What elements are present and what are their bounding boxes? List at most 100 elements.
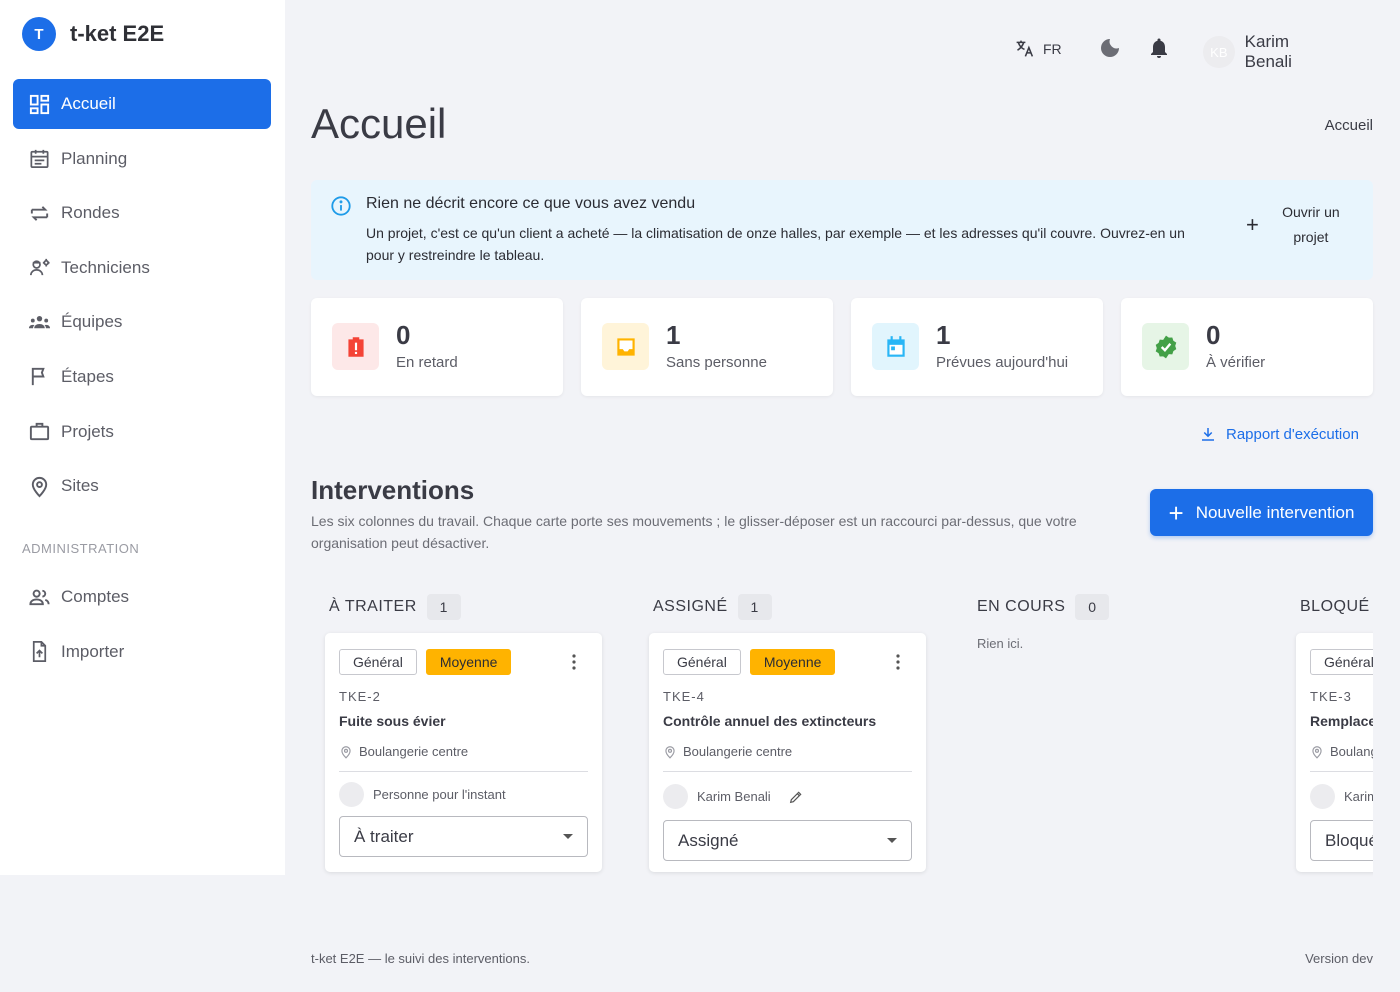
card-assignee: Karim Benali: [663, 784, 804, 809]
location-pin-icon: [1312, 745, 1322, 759]
brand[interactable]: T t-ket E2E: [22, 17, 164, 51]
sidebar-item-equipes[interactable]: Équipes: [13, 297, 271, 347]
site-name: Boulangerie centre: [359, 744, 469, 759]
new-intervention-button[interactable]: + Nouvelle intervention: [1150, 489, 1373, 536]
status-select[interactable]: À traiter: [339, 816, 588, 857]
stat-card-to-verify[interactable]: 0 À vérifier: [1121, 298, 1373, 396]
sidebar-item-projets[interactable]: Projets: [13, 407, 271, 457]
notifications-icon[interactable]: [1147, 36, 1171, 60]
stats-row: 0 En retard 1 Sans personne 1 Prévues au…: [311, 298, 1373, 396]
category-chip: Général: [1310, 649, 1373, 675]
avatar: KB: [1203, 36, 1235, 68]
card-id: TKE-2: [339, 689, 381, 704]
sidebar-item-importer[interactable]: Importer: [13, 627, 271, 677]
calendar-icon: [30, 149, 49, 169]
sidebar-item-label: Équipes: [61, 312, 123, 332]
footer-version: Version dev: [1305, 951, 1373, 966]
divider: [1310, 771, 1373, 772]
column-header: BLOQUÉ: [1282, 590, 1373, 624]
assignee-name: Karim: [1344, 789, 1373, 804]
priority-chip: Moyenne: [749, 649, 836, 675]
info-icon: [331, 196, 351, 216]
stat-icon-bg: [872, 323, 919, 370]
intervention-card[interactable]: Général Moyenne TKE-2 Fuite sous évier B…: [325, 633, 602, 872]
plus-icon: +: [1246, 212, 1259, 237]
sidebar-item-label: Étapes: [61, 366, 114, 386]
card-site: Boulangerie: [1310, 744, 1373, 759]
sidebar-item-planning[interactable]: Planning: [13, 134, 271, 184]
edit-pencil-icon[interactable]: [788, 789, 804, 805]
status-value: Bloqué: [1325, 830, 1373, 850]
column-header: À TRAITER 1: [311, 590, 601, 624]
sidebar-item-etapes[interactable]: Étapes: [13, 352, 271, 402]
stat-card-unassigned[interactable]: 1 Sans personne: [581, 298, 833, 396]
inbox-icon: [616, 337, 635, 356]
stat-value: 1: [936, 320, 951, 350]
card-title: Remplacement: [1310, 713, 1373, 729]
status-value: À traiter: [354, 826, 414, 846]
intervention-card[interactable]: Général Moyenne TKE-4 Contrôle annuel de…: [649, 633, 926, 872]
card-site: Boulangerie centre: [663, 744, 792, 759]
sidebar-item-techniciens[interactable]: Techniciens: [13, 243, 271, 293]
info-banner: Rien ne décrit encore ce que vous avez v…: [311, 180, 1373, 280]
column-bloque: BLOQUÉ Général TKE-3 Remplacement Boulan…: [1282, 590, 1373, 872]
category-chip: Général: [339, 649, 417, 675]
location-pin-icon: [341, 745, 351, 759]
stat-icon-bg: [332, 323, 379, 370]
engineer-icon: [30, 259, 50, 276]
dark-mode-icon[interactable]: [1098, 36, 1122, 60]
stat-label: À vérifier: [1206, 354, 1266, 371]
sidebar-item-accueil[interactable]: Accueil: [13, 79, 271, 129]
sidebar-item-label: Projets: [61, 421, 114, 441]
plus-icon: +: [1168, 497, 1184, 528]
sidebar-item-rondes[interactable]: Rondes: [13, 188, 271, 238]
intervention-card[interactable]: Général TKE-3 Remplacement Boulangerie K…: [1296, 633, 1373, 872]
card-tags: Général Moyenne: [663, 649, 844, 675]
sidebar-item-label: Accueil: [61, 94, 116, 113]
assignee-name: Karim Benali: [697, 789, 771, 804]
status-select[interactable]: Assigné: [663, 820, 912, 861]
column-en-cours: EN COURS 0 Rien ici.: [959, 590, 1249, 651]
new-intervention-label: Nouvelle intervention: [1195, 502, 1355, 522]
assignee-name: Personne pour l'instant: [373, 787, 506, 802]
briefcase-icon: [29, 422, 50, 441]
chevron-down-icon: [563, 834, 573, 839]
stat-label: Prévues aujourd'hui: [936, 354, 1069, 371]
stat-card-today[interactable]: 1 Prévues aujourd'hui: [851, 298, 1103, 396]
priority-chip: Moyenne: [425, 649, 512, 675]
card-assignee: Karim: [1310, 784, 1373, 809]
report-link-label: Rapport d'exécution: [1226, 425, 1359, 443]
divider: [339, 771, 588, 772]
sidebar-item-comptes[interactable]: Comptes: [13, 572, 271, 622]
column-title: BLOQUÉ: [1300, 598, 1370, 615]
breadcrumb[interactable]: Accueil: [1325, 117, 1373, 134]
file-upload-icon: [32, 641, 47, 663]
chevron-down-icon: [887, 838, 897, 843]
column-header: ASSIGNÉ 1: [635, 590, 925, 624]
sidebar-item-sites[interactable]: Sites: [13, 461, 271, 511]
category-chip: Général: [663, 649, 741, 675]
more-vert-icon[interactable]: [896, 654, 900, 670]
language-selector[interactable]: FR: [1014, 38, 1062, 59]
column-a-traiter: À TRAITER 1 Général Moyenne TKE-2 Fuite …: [311, 590, 602, 872]
column-count: 0: [1075, 594, 1110, 620]
language-label: FR: [1043, 40, 1062, 57]
column-assigne: ASSIGNÉ 1 Général Moyenne TKE-4 Contrôle…: [635, 590, 926, 872]
stat-label: Sans personne: [666, 354, 767, 371]
verified-icon: [1155, 335, 1176, 358]
stat-card-late[interactable]: 0 En retard: [311, 298, 563, 396]
alert-icon: [347, 336, 364, 357]
execution-report-link[interactable]: Rapport d'exécution: [1199, 425, 1359, 443]
column-count: 1: [737, 594, 772, 620]
open-project-button[interactable]: + Ouvrir un projet: [1246, 200, 1343, 250]
avatar: [1310, 784, 1335, 809]
page-title: Accueil: [311, 100, 447, 147]
interventions-title: Interventions: [311, 475, 475, 505]
card-id: TKE-4: [663, 689, 705, 704]
card-title: Fuite sous évier: [339, 713, 446, 729]
status-select[interactable]: Bloqué: [1310, 820, 1373, 861]
user-name: Karim Benali: [1244, 32, 1292, 71]
site-name: Boulangerie centre: [683, 744, 793, 759]
user-menu[interactable]: KB Karim Benali: [1203, 32, 1340, 72]
more-vert-icon[interactable]: [572, 654, 576, 670]
